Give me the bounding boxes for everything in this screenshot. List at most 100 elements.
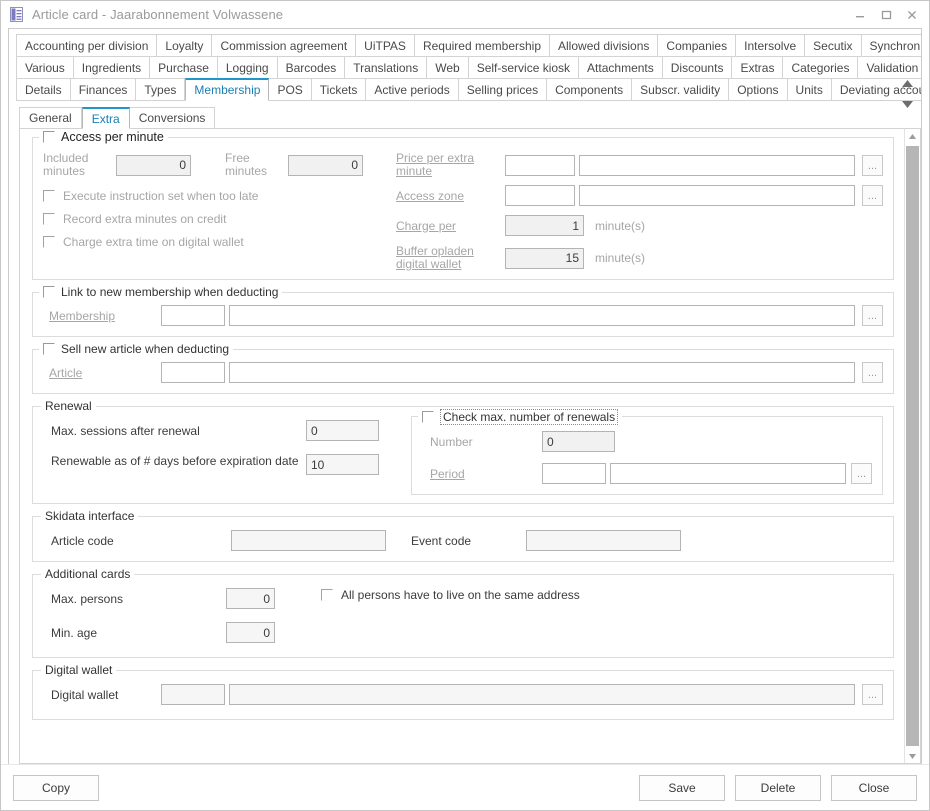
article-field-label[interactable]: Article (43, 366, 161, 380)
charge-per-label[interactable]: Charge per (396, 219, 501, 233)
checkbox-row-charge-extra-time[interactable]: Charge extra time on digital wallet (43, 235, 388, 249)
vertical-scrollbar[interactable] (904, 129, 920, 763)
article-browse-button[interactable]: ... (862, 362, 883, 383)
close-button[interactable]: Close (831, 775, 917, 801)
buffer-opladen-field[interactable]: 15 (505, 248, 584, 269)
tab-components[interactable]: Components (547, 78, 632, 101)
tab-barcodes[interactable]: Barcodes (278, 56, 346, 79)
article-code-field[interactable] (161, 362, 225, 383)
tab-commission-agreement[interactable]: Commission agreement (212, 34, 356, 57)
checkbox-row-same-address[interactable]: All persons have to live on the same add… (321, 588, 883, 602)
charge-per-field[interactable]: 1 (505, 215, 584, 236)
tab-required-membership[interactable]: Required membership (415, 34, 550, 57)
digital-wallet-desc-field[interactable] (229, 684, 855, 705)
minimize-icon[interactable] (847, 4, 873, 26)
included-minutes-field[interactable]: 0 (116, 155, 191, 176)
skidata-article-code-field[interactable] (231, 530, 386, 551)
charge-extra-time-checkbox[interactable] (43, 236, 55, 248)
tab-attachments[interactable]: Attachments (579, 56, 663, 79)
scrollbar-track[interactable] (906, 142, 919, 750)
tab-validation-when-sold[interactable]: Validation when sold (858, 56, 922, 79)
tab-logging[interactable]: Logging (218, 56, 278, 79)
access-zone-code-field[interactable] (505, 185, 575, 206)
tab-pos[interactable]: POS (269, 78, 311, 101)
checkbox-row-record-extra-minutes[interactable]: Record extra minutes on credit (43, 212, 388, 226)
tab-subscr-validity[interactable]: Subscr. validity (632, 78, 729, 101)
tab-purchase[interactable]: Purchase (150, 56, 218, 79)
access-per-minute-checkbox[interactable] (43, 131, 55, 143)
free-minutes-field[interactable]: 0 (288, 155, 363, 176)
access-zone-desc-field[interactable] (579, 185, 855, 206)
price-per-extra-minute-code-field[interactable] (505, 155, 575, 176)
scrollbar-up-icon[interactable] (908, 130, 917, 142)
membership-field-label[interactable]: Membership (43, 309, 161, 323)
check-max-renewals-checkbox[interactable] (422, 411, 434, 423)
inner-tab-conversions[interactable]: Conversions (130, 107, 216, 129)
renewable-days-field[interactable]: 10 (306, 454, 379, 475)
inner-tab-extra[interactable]: Extra (82, 107, 130, 129)
tab-details[interactable]: Details (16, 78, 71, 101)
tab-ingredients[interactable]: Ingredients (74, 56, 150, 79)
renewals-period-label[interactable]: Period (430, 467, 542, 481)
close-icon[interactable] (899, 4, 925, 26)
price-per-extra-minute-desc-field[interactable] (579, 155, 855, 176)
membership-code-field[interactable] (161, 305, 225, 326)
article-desc-field[interactable] (229, 362, 855, 383)
delete-button[interactable]: Delete (735, 775, 821, 801)
tab-active-periods[interactable]: Active periods (366, 78, 458, 101)
access-zone-browse-button[interactable]: ... (862, 185, 883, 206)
maximize-icon[interactable] (873, 4, 899, 26)
save-button[interactable]: Save (639, 775, 725, 801)
digital-wallet-browse-button[interactable]: ... (862, 684, 883, 705)
tab-web[interactable]: Web (427, 56, 468, 79)
execute-instruction-checkbox[interactable] (43, 190, 55, 202)
tab-uitpas[interactable]: UiTPAS (356, 34, 415, 57)
tab-loyalty[interactable]: Loyalty (157, 34, 212, 57)
max-sessions-after-renewal-field[interactable]: 0 (306, 420, 379, 441)
max-persons-field[interactable]: 0 (226, 588, 275, 609)
digital-wallet-code-field[interactable] (161, 684, 225, 705)
tab-units[interactable]: Units (788, 78, 832, 101)
scroll-up-icon[interactable] (901, 79, 914, 88)
renewals-period-code-field[interactable] (542, 463, 606, 484)
tab-finances[interactable]: Finances (71, 78, 137, 101)
tab-discounts[interactable]: Discounts (663, 56, 733, 79)
tab-allowed-divisions[interactable]: Allowed divisions (550, 34, 658, 57)
price-per-extra-minute-label[interactable]: Price per extra minute (396, 152, 501, 178)
tab-tickets[interactable]: Tickets (312, 78, 367, 101)
tab-companies[interactable]: Companies (658, 34, 736, 57)
tab-types[interactable]: Types (136, 78, 185, 101)
tab-self-service-kiosk[interactable]: Self-service kiosk (469, 56, 579, 79)
link-membership-checkbox[interactable] (43, 286, 55, 298)
renewals-period-browse-button[interactable]: ... (851, 463, 872, 484)
tab-various[interactable]: Various (16, 56, 74, 79)
renewals-number-field[interactable]: 0 (542, 431, 615, 452)
membership-desc-field[interactable] (229, 305, 855, 326)
tab-membership[interactable]: Membership (185, 78, 269, 101)
tab-extras[interactable]: Extras (732, 56, 783, 79)
tab-synchronisations[interactable]: Synchronisations (862, 34, 923, 57)
skidata-event-code-field[interactable] (526, 530, 681, 551)
scrollbar-down-icon[interactable] (908, 750, 917, 762)
tab-intersolve[interactable]: Intersolve (736, 34, 805, 57)
additional-cards-label: Additional cards (45, 567, 130, 581)
buffer-opladen-digital-wallet-label[interactable]: Buffer opladen digital wallet (396, 245, 501, 271)
tab-options[interactable]: Options (729, 78, 787, 101)
checkbox-row-execute-instruction[interactable]: Execute instruction set when too late (43, 189, 388, 203)
access-zone-label[interactable]: Access zone (396, 189, 501, 203)
same-address-checkbox[interactable] (321, 589, 333, 601)
price-per-extra-minute-browse-button[interactable]: ... (862, 155, 883, 176)
tab-secutix[interactable]: Secutix (805, 34, 861, 57)
scrollbar-thumb[interactable] (906, 146, 919, 746)
tab-translations[interactable]: Translations (345, 56, 427, 79)
renewals-period-desc-field[interactable] (610, 463, 846, 484)
inner-tab-general[interactable]: General (19, 107, 82, 129)
tab-accounting-per-division[interactable]: Accounting per division (16, 34, 157, 57)
sell-article-checkbox[interactable] (43, 343, 55, 355)
tab-selling-prices[interactable]: Selling prices (459, 78, 547, 101)
min-age-field[interactable]: 0 (226, 622, 275, 643)
tab-categories[interactable]: Categories (783, 56, 858, 79)
record-extra-minutes-checkbox[interactable] (43, 213, 55, 225)
copy-button[interactable]: Copy (13, 775, 99, 801)
membership-browse-button[interactable]: ... (862, 305, 883, 326)
